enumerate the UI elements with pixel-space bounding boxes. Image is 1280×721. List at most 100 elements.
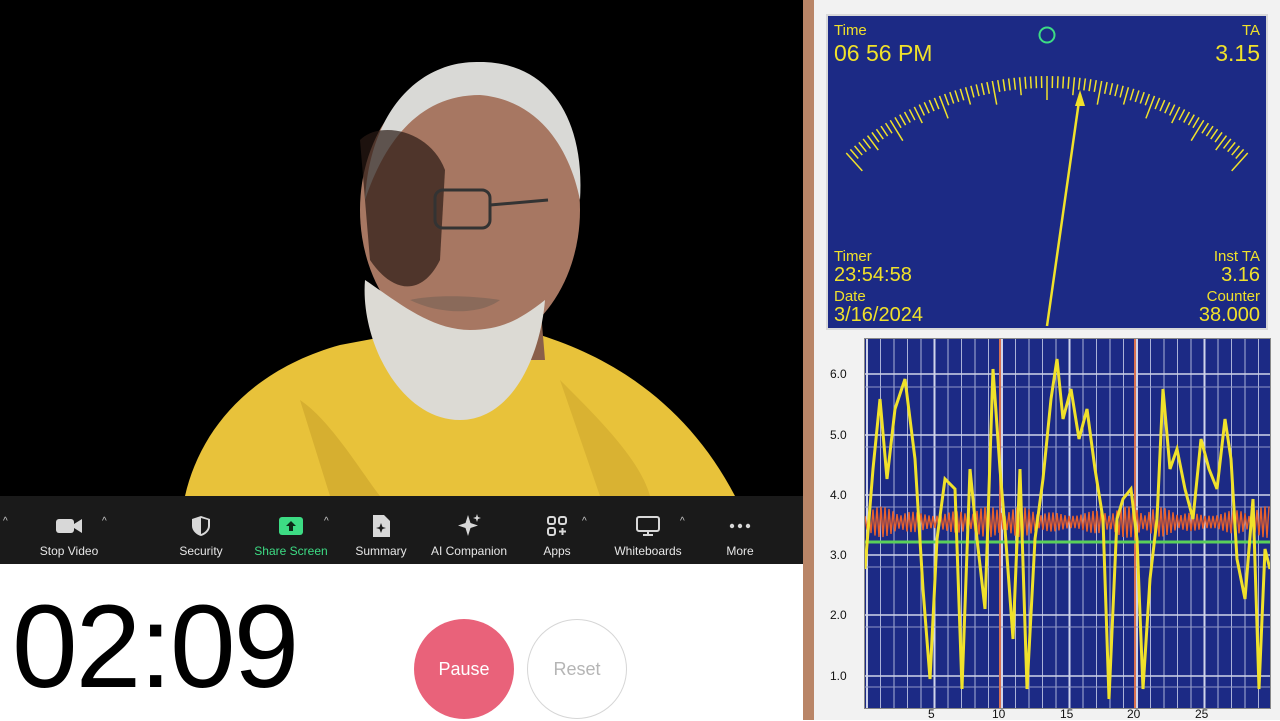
whiteboard-options-chevron-icon[interactable]: ^ [680,516,685,527]
dial-tick [1003,79,1005,91]
ta-label: TA [1242,22,1260,39]
dial-tick [1140,92,1144,103]
video-feed [0,0,803,496]
y-tick-label: 4.0 [830,488,847,502]
dial-tick [1160,100,1165,111]
dial-tick [1228,142,1236,151]
dial-tick [955,90,959,101]
dial-tick [909,109,915,120]
dial-tick [934,98,939,109]
dial-tick [1120,86,1123,98]
apps-icon [547,514,567,538]
whiteboard-icon [636,514,660,538]
dial-tick [1068,77,1069,89]
time-value: 06 56 PM [834,40,932,67]
inst-ta-label: Inst TA [1214,248,1260,265]
dial-tick [1130,89,1133,100]
summary-icon [371,514,391,538]
dial-tick [950,92,954,103]
dial-tick [1063,76,1064,88]
reset-button[interactable]: Reset [527,619,627,719]
sparkle-icon [456,514,482,538]
time-label: Time [834,22,867,39]
date-label: Date [834,288,866,305]
date-value: 3/16/2024 [834,304,923,327]
ai-companion-button[interactable]: AI Companion [425,496,513,564]
dial-tick [850,149,858,158]
dial-tick [1191,120,1204,140]
dial-tick [1097,81,1101,105]
dial-tick [966,87,971,104]
dial-tick [895,117,901,127]
dial-tick [890,120,903,140]
dial-tick [1184,112,1190,123]
dial-tick [1110,83,1113,95]
dial-tick [1188,115,1194,125]
dial-tick [872,132,879,142]
dial-tick [1145,94,1149,105]
more-button[interactable]: More [716,496,764,564]
dial-tick [1170,105,1175,116]
dial-tick [1079,78,1080,90]
dial-tick [900,115,906,125]
security-label: Security [179,544,222,558]
meeting-toolbar: ^ Stop Video ^ Security Share Screen ^ S… [0,496,803,564]
x-tick-label: 25 [1195,707,1208,721]
dial-tick [1232,153,1248,171]
ai-companion-label: AI Companion [431,544,507,558]
apps-button[interactable]: Apps [532,496,582,564]
dial-tick [1073,77,1075,95]
timer-value: 23:54:58 [834,264,912,287]
video-options-chevron-icon[interactable]: ^ [102,516,107,527]
meter-dial: Time 06 56 PM TA 3.15 Timer 23:54:58 Dat… [826,14,1268,330]
share-screen-button[interactable]: Share Screen [250,496,332,564]
shield-icon [191,514,211,538]
counter-label: Counter [1207,288,1260,305]
share-screen-label: Share Screen [254,544,327,558]
ta-trace-line [865,359,1270,699]
dial-scale [846,76,1247,171]
x-tick-label: 10 [992,707,1005,721]
dial-tick [945,94,949,105]
summary-label: Summary [355,544,406,558]
apps-options-chevron-icon[interactable]: ^ [582,516,587,527]
e-meter-panel: Time 06 56 PM TA 3.15 Timer 23:54:58 Dat… [814,0,1280,720]
dial-tick [1193,117,1199,127]
dial-tick [863,139,870,148]
dial-tick [1094,80,1096,92]
stop-video-label: Stop Video [40,544,99,558]
chevron-up-icon[interactable]: ^ [3,516,8,527]
video-camera-icon [55,514,83,538]
dial-tick [1014,78,1015,90]
stop-video-button[interactable]: Stop Video [30,496,108,564]
summary-button[interactable]: Summary [350,496,412,564]
whiteboards-label: Whiteboards [614,544,681,558]
participant-video-image [0,0,803,496]
dial-tick [960,89,963,100]
dial-tick [1206,126,1213,136]
dial-tick [919,105,924,116]
x-tick-label: 15 [1060,707,1073,721]
stopwatch-panel: 02:09 Pause Reset [0,564,803,720]
dial-tick [1135,90,1139,101]
dial-tick [998,80,1000,92]
pause-button[interactable]: Pause [414,619,514,719]
dial-tick [1089,79,1091,91]
y-tick-label: 1.0 [830,669,847,683]
dial-tick [886,123,892,133]
dial-tick [976,84,979,96]
dial-tick [1124,87,1129,104]
whiteboards-button[interactable]: Whiteboards [608,496,688,564]
dial-tick [987,82,989,94]
security-button[interactable]: Security [170,496,232,564]
dial-tick [1179,109,1185,120]
dial-tick [1215,132,1222,142]
share-options-chevron-icon[interactable]: ^ [324,516,329,527]
ta-graph [864,338,1271,709]
dial-tick [929,100,934,111]
meter-needle [1047,94,1080,326]
status-indicator-icon [1040,28,1055,43]
dial-tick [1031,76,1032,88]
share-screen-icon [278,514,304,538]
noise-trace [865,506,1269,538]
